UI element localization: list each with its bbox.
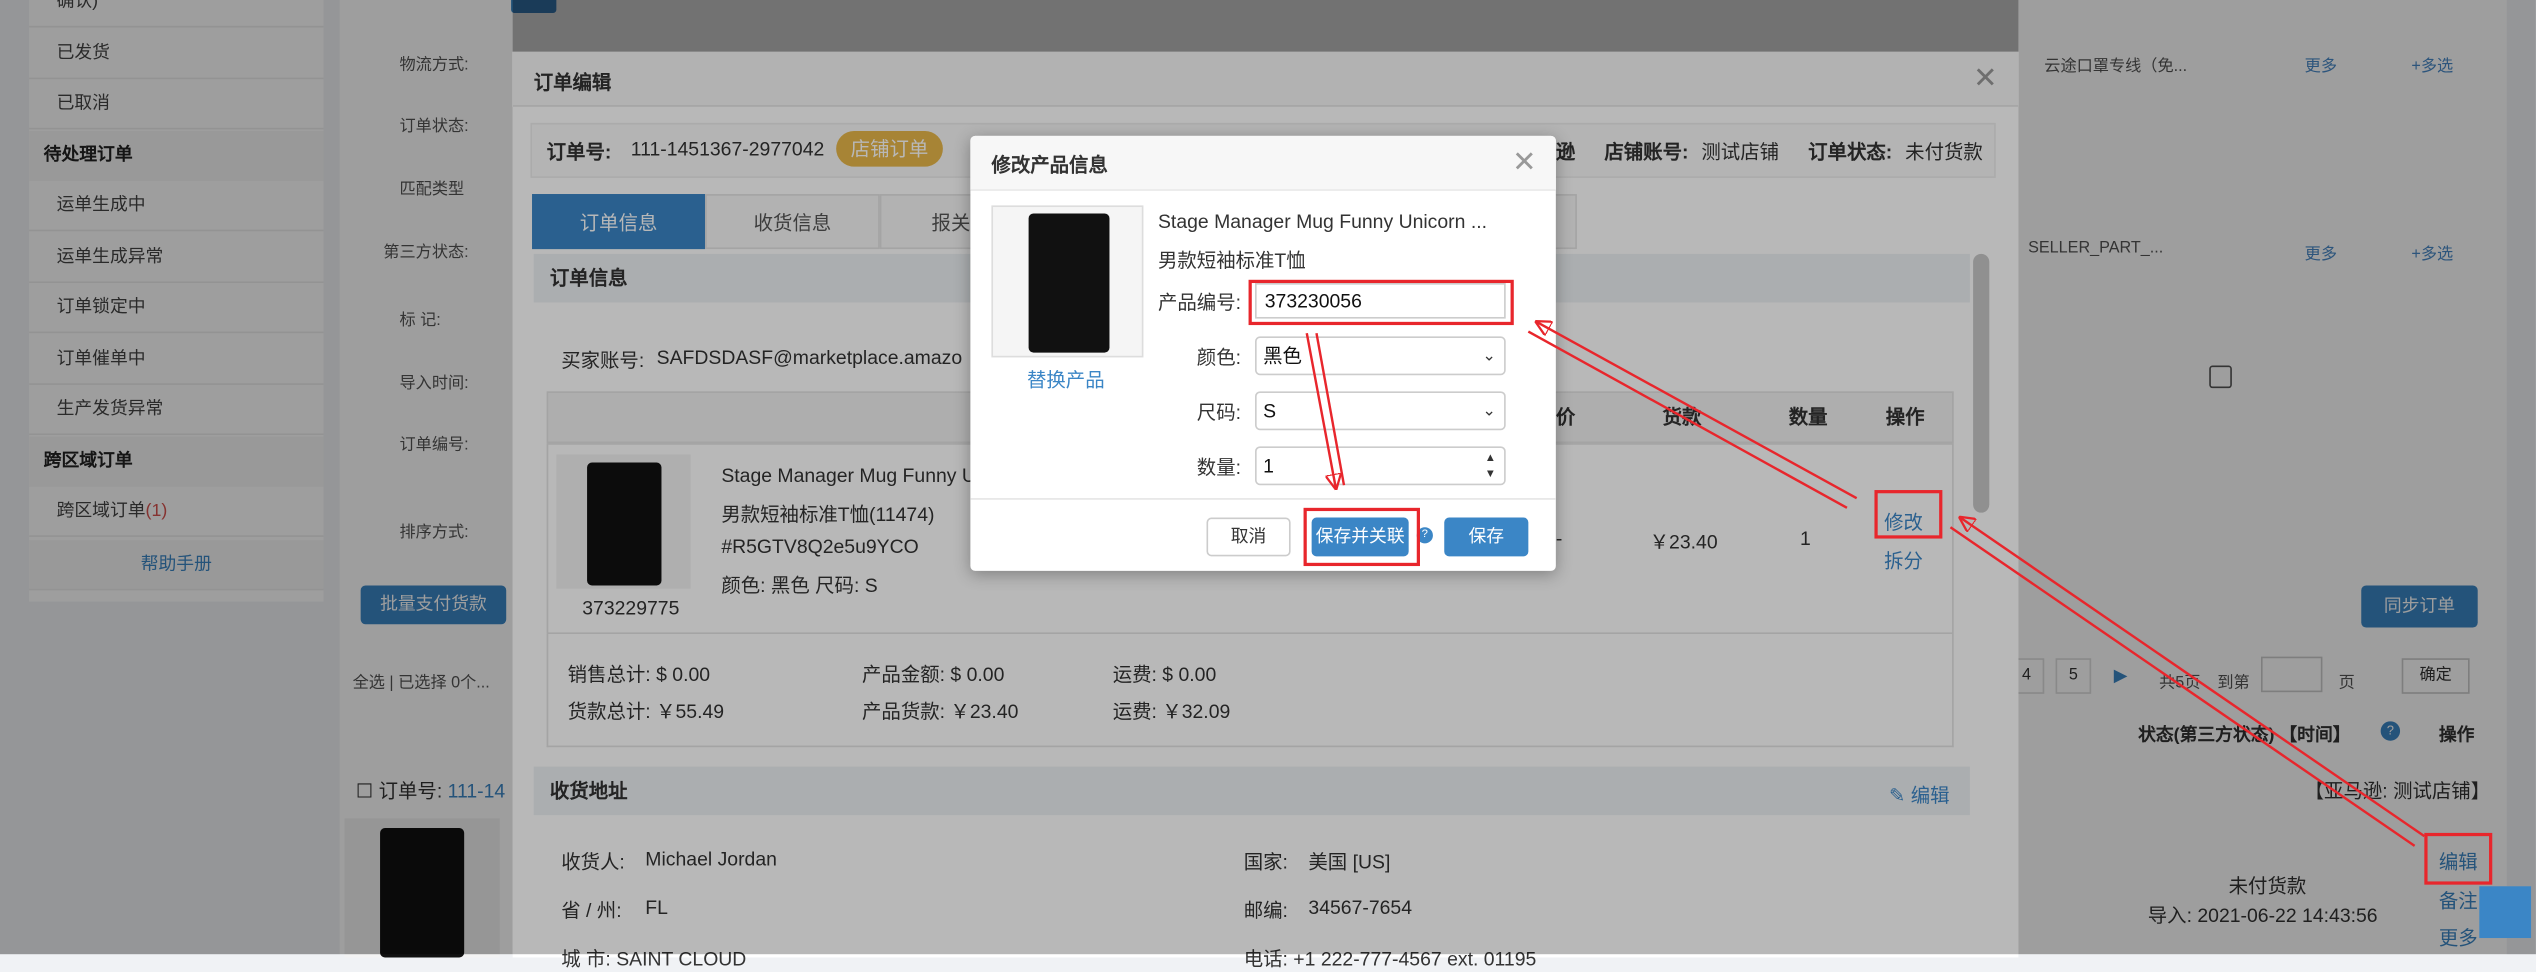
arrow-modify-to-code: [1536, 322, 1858, 500]
arrow-modify-to-code: [1527, 330, 1848, 509]
arrow-edit-to-modify: [1960, 518, 2426, 838]
app-root: 确认) 已发货 已取消 待处理订单 运单生成中 运单生成异常 订单锁定中 订单催…: [0, 0, 2536, 970]
annotation-arrows: [1305, 0, 2426, 847]
arrow-edit-to-modify: [1949, 526, 2416, 847]
